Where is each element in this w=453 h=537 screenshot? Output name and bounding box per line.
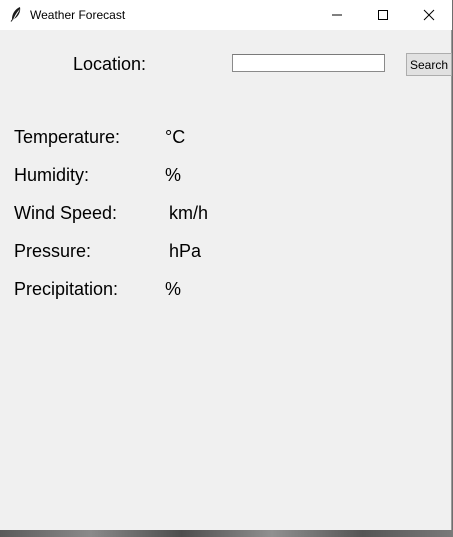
- maximize-icon: [378, 10, 388, 20]
- humidity-label: Humidity:: [14, 165, 90, 185]
- minimize-icon: [332, 14, 342, 16]
- wind-speed-unit: km/h: [169, 203, 209, 223]
- minimize-button[interactable]: [314, 0, 360, 30]
- humidity-unit: %: [165, 165, 182, 185]
- search-button[interactable]: Search: [406, 53, 452, 76]
- pressure-unit: hPa: [169, 241, 202, 261]
- pressure-label: Pressure:: [14, 241, 92, 261]
- title-bar[interactable]: Weather Forecast: [0, 0, 452, 30]
- location-input[interactable]: [232, 54, 385, 72]
- precipitation-unit: %: [165, 279, 182, 299]
- temperature-label: Temperature:: [14, 127, 121, 147]
- feather-icon: [9, 6, 23, 22]
- precipitation-label: Precipitation:: [14, 279, 119, 299]
- window-title: Weather Forecast: [30, 8, 126, 22]
- app-window: Weather Forecast Location: Search Temper…: [0, 0, 452, 530]
- location-label: Location:: [73, 54, 147, 74]
- temperature-unit: °C: [165, 127, 186, 147]
- wind-speed-label: Wind Speed:: [14, 203, 118, 223]
- close-icon: [423, 9, 435, 21]
- maximize-button[interactable]: [360, 0, 406, 30]
- desktop-background: [0, 530, 453, 537]
- close-button[interactable]: [406, 0, 452, 30]
